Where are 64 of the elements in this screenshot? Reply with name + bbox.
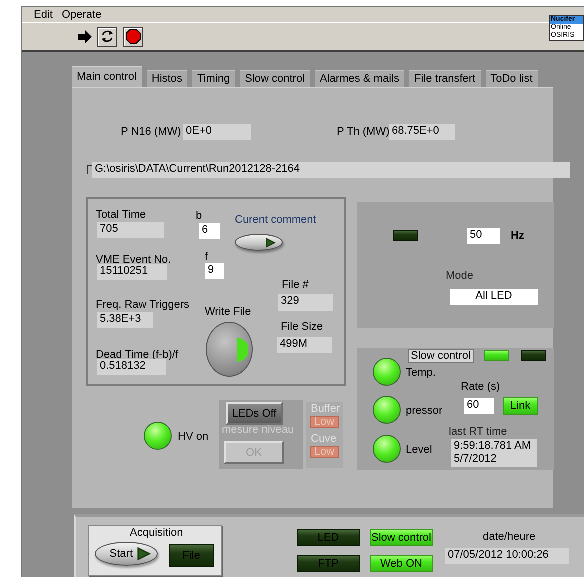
- led-label: pressor: [406, 405, 443, 418]
- input-field[interactable]: 50: [467, 228, 500, 244]
- tab[interactable]: Main control: [72, 66, 142, 87]
- run-continuously-button[interactable]: [97, 26, 117, 46]
- tab[interactable]: ToDo list: [486, 70, 538, 87]
- triangle-indicator-icon: [137, 547, 151, 561]
- tab[interactable]: File transfert: [409, 70, 481, 87]
- abort-button[interactable]: [123, 26, 143, 46]
- field-label: Rate (s): [461, 381, 500, 394]
- stop-icon: [126, 29, 140, 44]
- link-button[interactable]: Link: [503, 397, 538, 415]
- level-indicator: Low: [310, 446, 339, 458]
- panel-title: Slow control: [408, 349, 474, 363]
- leds-off-button[interactable]: LEDs Off: [226, 402, 283, 425]
- status-indicator: Slow control: [370, 529, 433, 546]
- tab[interactable]: Timing: [192, 70, 236, 87]
- value-field: 68.75E+0: [389, 124, 455, 140]
- panel-title: Acquisition: [130, 527, 184, 540]
- tab[interactable]: Histos: [146, 70, 188, 87]
- field-label: Mode: [446, 270, 474, 283]
- led-label: HV on: [178, 431, 209, 444]
- status-indicator: Web ON: [370, 555, 433, 572]
- value-field: 5.38E+3: [97, 312, 153, 328]
- file-indicator: File: [169, 544, 214, 567]
- menu-item[interactable]: Edit: [34, 8, 53, 20]
- input-field[interactable]: 60: [464, 398, 494, 414]
- field-label: last RT time: [449, 426, 508, 439]
- field-label: P N16 (MW): [121, 126, 182, 139]
- value-field: 705: [97, 222, 164, 238]
- button-label: Curent comment: [235, 214, 316, 227]
- value-field: 499M: [277, 337, 332, 353]
- value-field: 15110251: [97, 264, 167, 280]
- field-label: VME Event No.: [96, 254, 172, 266]
- menu-item[interactable]: Operate: [62, 8, 102, 20]
- value-field: 0.518132: [97, 359, 166, 375]
- value-field: 0E+0: [183, 124, 251, 140]
- field-label: File #: [282, 279, 309, 292]
- status-indicator: LED: [297, 529, 360, 546]
- triangle-indicator-icon: [266, 238, 276, 248]
- status-indicator: FTP: [297, 555, 360, 572]
- field-label: date/heure: [483, 531, 536, 544]
- tab[interactable]: Alarmes & mails: [315, 70, 404, 87]
- cycle-arrows-icon: [100, 29, 114, 44]
- input-field[interactable]: 9: [205, 263, 224, 279]
- arrow-icon: [77, 30, 93, 44]
- button-label: Write File: [205, 306, 252, 319]
- date-field: 07/05/2012 10:00:26: [445, 548, 569, 564]
- led-label: Level: [406, 444, 432, 457]
- field-label: f: [205, 251, 208, 264]
- field-label: Dead Time (f-b)/f: [96, 349, 179, 361]
- path-field: G:\osiris\DATA\Current\Run2012128-2164: [92, 162, 570, 178]
- field-label: Freq. Raw Triggers: [96, 299, 190, 312]
- field-label: File Size: [281, 321, 324, 334]
- unit-label: Hz: [511, 230, 524, 243]
- field-label: P Th (MW): [337, 126, 390, 139]
- level-indicator: Low: [310, 416, 339, 428]
- time-field: 9:59:18.781 AM 5/7/2012: [451, 439, 537, 467]
- mode-selector[interactable]: All LED: [450, 289, 538, 305]
- tab[interactable]: Slow control: [240, 70, 310, 87]
- value-field: 329: [278, 294, 333, 311]
- led-label: Temp.: [406, 367, 436, 380]
- field-label: b: [196, 210, 202, 223]
- field-label: Total Time: [96, 209, 146, 222]
- input-field[interactable]: 6: [199, 223, 220, 239]
